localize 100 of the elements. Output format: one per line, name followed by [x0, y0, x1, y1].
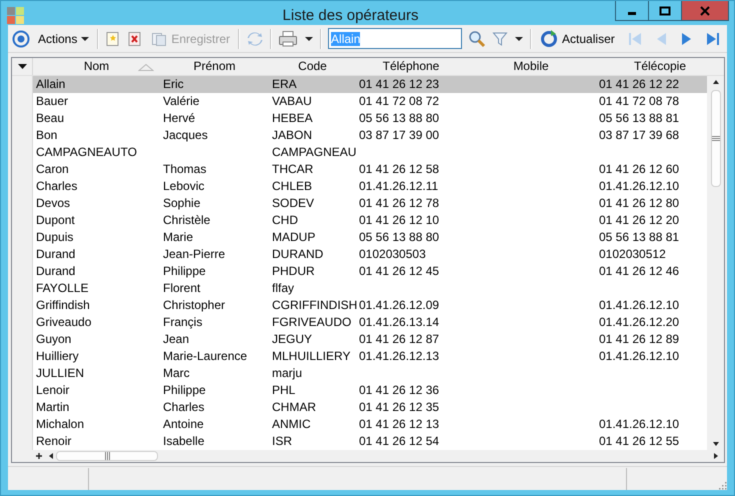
- table-cell: 01.41.26.13.14: [359, 315, 440, 329]
- target-icon[interactable]: [12, 30, 30, 48]
- table-cell: 0102030503: [359, 247, 426, 261]
- column-header[interactable]: Code: [269, 58, 356, 75]
- minimize-icon: [628, 12, 636, 15]
- table-cell: Durand: [36, 264, 76, 278]
- column-header[interactable]: Mobile: [466, 58, 596, 75]
- scroll-thumb[interactable]: [710, 90, 720, 187]
- table-cell: 05 56 13 88 81: [599, 230, 680, 244]
- table-cell: Philippe: [163, 383, 206, 397]
- new-document-icon[interactable]: [105, 30, 122, 46]
- table-cell: 01 41 72 08 78: [599, 94, 680, 108]
- table-cell: ERA: [272, 77, 297, 91]
- table-row[interactable]: FAYOLLE Florent flfay: [12, 280, 707, 297]
- table-row[interactable]: Devos Sophie SODEV 01 41 26 12 78 01 41 26 12 80: [12, 195, 707, 212]
- table-cell: 01 41 26 12 54: [359, 434, 440, 448]
- actions-menu-button[interactable]: Actions: [36, 32, 92, 46]
- table-cell: 01 41 26 12 36: [359, 383, 440, 397]
- last-page-icon[interactable]: [704, 30, 721, 46]
- refresh-icon: [540, 30, 558, 48]
- filter-icon[interactable]: [492, 30, 508, 46]
- table-cell: Caron: [36, 162, 69, 176]
- table-cell: Florent: [163, 281, 200, 295]
- table-cell: 01 41 26 12 46: [599, 264, 680, 278]
- table-cell: 01 41 26 12 60: [599, 162, 680, 176]
- table-cell: Thomas: [163, 162, 206, 176]
- table-row[interactable]: Huilliery Marie-Laurence MLHUILLIERY 01.41.26.12.13 01.41.26.12.10: [12, 348, 707, 365]
- table-cell: MADUP: [272, 230, 316, 244]
- delete-icon[interactable]: [127, 30, 144, 46]
- table-cell: 01 41 26 12 35: [359, 400, 440, 414]
- table-cell: 01 41 26 12 10: [359, 213, 440, 227]
- column-header[interactable]: Téléphone: [356, 58, 466, 75]
- table-cell: Griveaudo: [36, 315, 92, 329]
- table-cell: Beau: [36, 111, 64, 125]
- table-row[interactable]: Dupuis Marie MADUP 05 56 13 88 80 05 56 13 88 81: [12, 229, 707, 246]
- table-cell: 03 87 17 39 00: [359, 128, 440, 142]
- table-cell: Devos: [36, 196, 70, 210]
- table-row[interactable]: JULLIEN Marc marju: [12, 365, 707, 382]
- table-row[interactable]: Durand Jean-Pierre DURAND 0102030503 0102030512: [12, 246, 707, 263]
- table-cell: Sophie: [163, 196, 200, 210]
- table-cell: HEBEA: [272, 111, 313, 125]
- table-cell: Bauer: [36, 94, 68, 108]
- table-cell: 05 56 13 88 80: [359, 111, 440, 125]
- table-row[interactable]: CAMPAGNEAUTO CAMPAGNEAU: [12, 144, 707, 161]
- scroll-thumb[interactable]: [56, 451, 158, 461]
- column-header[interactable]: Télécopie: [596, 58, 724, 75]
- table-cell: Marie: [163, 230, 194, 244]
- table-cell: Christèle: [163, 213, 210, 227]
- table-cell: 05 56 13 88 81: [599, 111, 680, 125]
- table-row[interactable]: Lenoir Philippe PHL 01 41 26 12 36: [12, 382, 707, 399]
- table-cell: 01.41.26.12.10: [599, 417, 680, 431]
- table-cell: CHD: [272, 213, 298, 227]
- table-cell: Isabelle: [163, 434, 204, 448]
- table-row[interactable]: Griffindish Christopher CGRIFFINDISH 01.41.26.12.09 01.41.26.12.10: [12, 297, 707, 314]
- close-button[interactable]: [681, 1, 729, 21]
- table-cell: 01 41 26 12 80: [599, 196, 680, 210]
- refresh-button[interactable]: Actualiser: [538, 30, 617, 48]
- table-cell: Jean: [163, 332, 190, 346]
- minimize-button[interactable]: [615, 1, 649, 21]
- table-cell: Dupuis: [36, 230, 74, 244]
- table-cell: JEGUY: [272, 332, 312, 346]
- table-row[interactable]: Charles Lebovic CHLEB 01.41.26.12.11 01.41.26.12.10: [12, 178, 707, 195]
- table-row[interactable]: Beau Hervé HEBEA 05 56 13 88 80 05 56 13 88 81: [12, 110, 707, 127]
- table-row[interactable]: Martin Charles CHMAR 01 41 26 12 35: [12, 399, 707, 416]
- table-cell: 01.41.26.12.09: [359, 298, 440, 312]
- maximize-icon: [659, 6, 671, 16]
- table-cell: Allain: [36, 77, 66, 91]
- table-cell: JABON: [272, 128, 312, 142]
- table-cell: Martin: [36, 400, 70, 414]
- search-icon[interactable]: [468, 30, 486, 48]
- printer-icon[interactable]: [278, 30, 298, 48]
- table-row[interactable]: Caron Thomas THCAR 01 41 26 12 58 01 41 26 12 60: [12, 161, 707, 178]
- table-cell: Valérie: [163, 94, 200, 108]
- column-header[interactable]: Prénom: [160, 58, 269, 75]
- table-cell: Marie-Laurence: [163, 349, 248, 363]
- caret-icon: [81, 36, 90, 42]
- table-cell: Lenoir: [36, 383, 70, 397]
- column-menu-icon[interactable]: [18, 64, 26, 70]
- table-row[interactable]: Renoir Isabelle ISR 01 41 26 12 54 01 41 26 12 55: [12, 433, 707, 450]
- table-row[interactable]: Bon Jacques JABON 03 87 17 39 00 03 87 17 39 68: [12, 127, 707, 144]
- table-cell: DURAND: [272, 247, 324, 261]
- table-row[interactable]: Dupont Christèle CHD 01 41 26 12 10 01 41 26 12 20: [12, 212, 707, 229]
- resize-grip-icon[interactable]: [717, 480, 727, 490]
- table-cell: Philippe: [163, 264, 206, 278]
- table-cell: 01 41 26 12 55: [599, 434, 680, 448]
- table-cell: 01 41 26 12 20: [599, 213, 680, 227]
- table-cell: 01.41.26.12.11: [359, 179, 438, 193]
- table-cell: VABAU: [272, 94, 312, 108]
- table-row[interactable]: Durand Philippe PHDUR 01 41 26 12 45 01 41 26 12 46: [12, 263, 707, 280]
- table-row[interactable]: Bauer Valérie VABAU 01 41 72 08 72 01 41 72 08 78: [12, 93, 707, 110]
- table-row[interactable]: Griveaudo Françis FGRIVEAUDO 01.41.26.13.14 01.41.26.12.20: [12, 314, 707, 331]
- table-row[interactable]: Michalon Antoine ANMIC 01 41 26 12 13 01.41.26.12.10: [12, 416, 707, 433]
- table-row[interactable]: Guyon Jean JEGUY 01 41 26 12 87 01 41 26 12 89: [12, 331, 707, 348]
- column-header[interactable]: Nom: [33, 58, 160, 75]
- selected-table-row[interactable]: Allain Eric ERA 01 41 26 12 23 01 41 26 12 22: [12, 76, 707, 93]
- table-cell: CAMPAGNEAUTO: [36, 145, 137, 159]
- vertical-scrollbar[interactable]: [707, 76, 724, 450]
- table-cell: 01 41 26 12 22: [599, 77, 680, 91]
- table-cell: 01 41 26 12 23: [359, 77, 440, 91]
- table-cell: 01.41.26.12.13: [359, 349, 440, 363]
